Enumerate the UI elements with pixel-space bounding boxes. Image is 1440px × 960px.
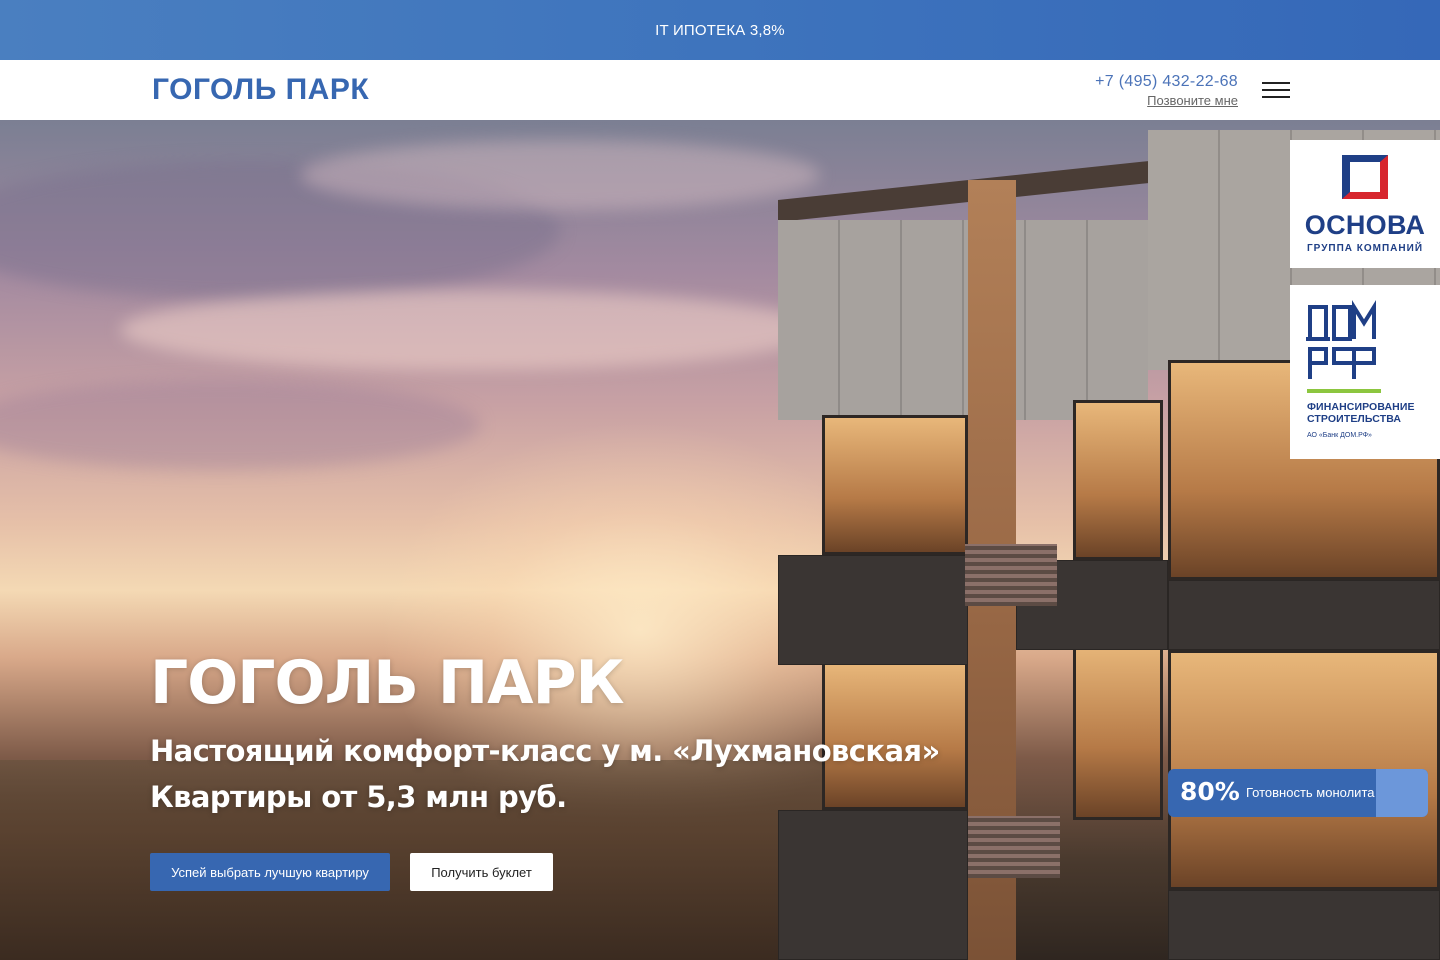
hamburger-menu-icon[interactable] bbox=[1262, 81, 1292, 99]
construction-progress-widget[interactable]: 80% Готовность монолита bbox=[1168, 769, 1428, 817]
progress-remainder bbox=[1376, 769, 1428, 817]
domrf-subtitle-line: СТРОИТЕЛЬСТВА bbox=[1307, 413, 1402, 425]
phone-link[interactable]: +7 (495) 432-22-68 bbox=[1095, 73, 1238, 91]
balcony-panel bbox=[778, 555, 968, 665]
get-booklet-button[interactable]: Получить буклет bbox=[410, 853, 553, 891]
site-header: ГОГОЛЬ ПАРК +7 (495) 432-22-68 Позвоните… bbox=[0, 60, 1440, 120]
hero-section: ГОГОЛЬ ПАРК Настоящий комфорт-класс у м.… bbox=[0, 120, 1440, 960]
menu-line bbox=[1262, 89, 1290, 91]
window bbox=[822, 415, 968, 555]
window bbox=[1073, 400, 1163, 560]
hero-subtitle: Настоящий комфорт-класс у м. «Лухмановск… bbox=[150, 734, 940, 768]
contact-block: +7 (495) 432-22-68 Позвоните мне bbox=[1095, 73, 1238, 110]
callback-link[interactable]: Позвоните мне bbox=[1147, 93, 1238, 108]
domrf-bank-name: АО «Банк ДОМ.РФ» bbox=[1307, 432, 1372, 439]
balcony-panel bbox=[1168, 580, 1440, 650]
cloud bbox=[300, 140, 820, 210]
progress-value: 80% bbox=[1180, 777, 1240, 806]
balcony-panel bbox=[778, 810, 968, 960]
choose-apartment-button[interactable]: Успей выбрать лучшую квартиру bbox=[150, 853, 390, 891]
hero-price: Квартиры от 5,3 млн руб. bbox=[150, 780, 567, 814]
cloud bbox=[120, 290, 820, 370]
ac-grille bbox=[965, 544, 1057, 606]
osnova-name: ОСНОВА bbox=[1304, 210, 1426, 240]
domrf-partner-logo[interactable]: ФИНАНСИРОВАНИЕ СТРОИТЕЛЬСТВА АО «Банк ДО… bbox=[1290, 285, 1440, 459]
domrf-subtitle: ФИНАНСИРОВАНИЕ СТРОИТЕЛЬСТВА bbox=[1307, 401, 1415, 425]
menu-line bbox=[1262, 96, 1290, 98]
balcony-panel bbox=[1168, 890, 1440, 960]
ac-grille bbox=[968, 816, 1060, 878]
facade-stone bbox=[778, 220, 1148, 420]
progress-label: Готовность монолита bbox=[1246, 785, 1375, 800]
osnova-subtitle: ГРУППА КОМПАНИЙ bbox=[1306, 243, 1424, 254]
promo-text: IT ИПОТЕКА 3,8% bbox=[655, 21, 785, 39]
osnova-logo-icon bbox=[1342, 155, 1388, 199]
building-roof bbox=[778, 161, 1148, 222]
promo-banner[interactable]: IT ИПОТЕКА 3,8% bbox=[0, 0, 1440, 60]
site-logo[interactable]: ГОГОЛЬ ПАРК bbox=[152, 73, 369, 107]
osnova-partner-logo[interactable]: ОСНОВА ГРУППА КОМПАНИЙ bbox=[1290, 140, 1440, 268]
window bbox=[1073, 640, 1163, 820]
domrf-logo-icon bbox=[1306, 300, 1376, 379]
domrf-accent-line bbox=[1307, 389, 1381, 393]
hero-title: ГОГОЛЬ ПАРК bbox=[150, 648, 625, 718]
menu-line bbox=[1262, 82, 1290, 84]
domrf-subtitle-line: ФИНАНСИРОВАНИЕ bbox=[1307, 401, 1415, 413]
